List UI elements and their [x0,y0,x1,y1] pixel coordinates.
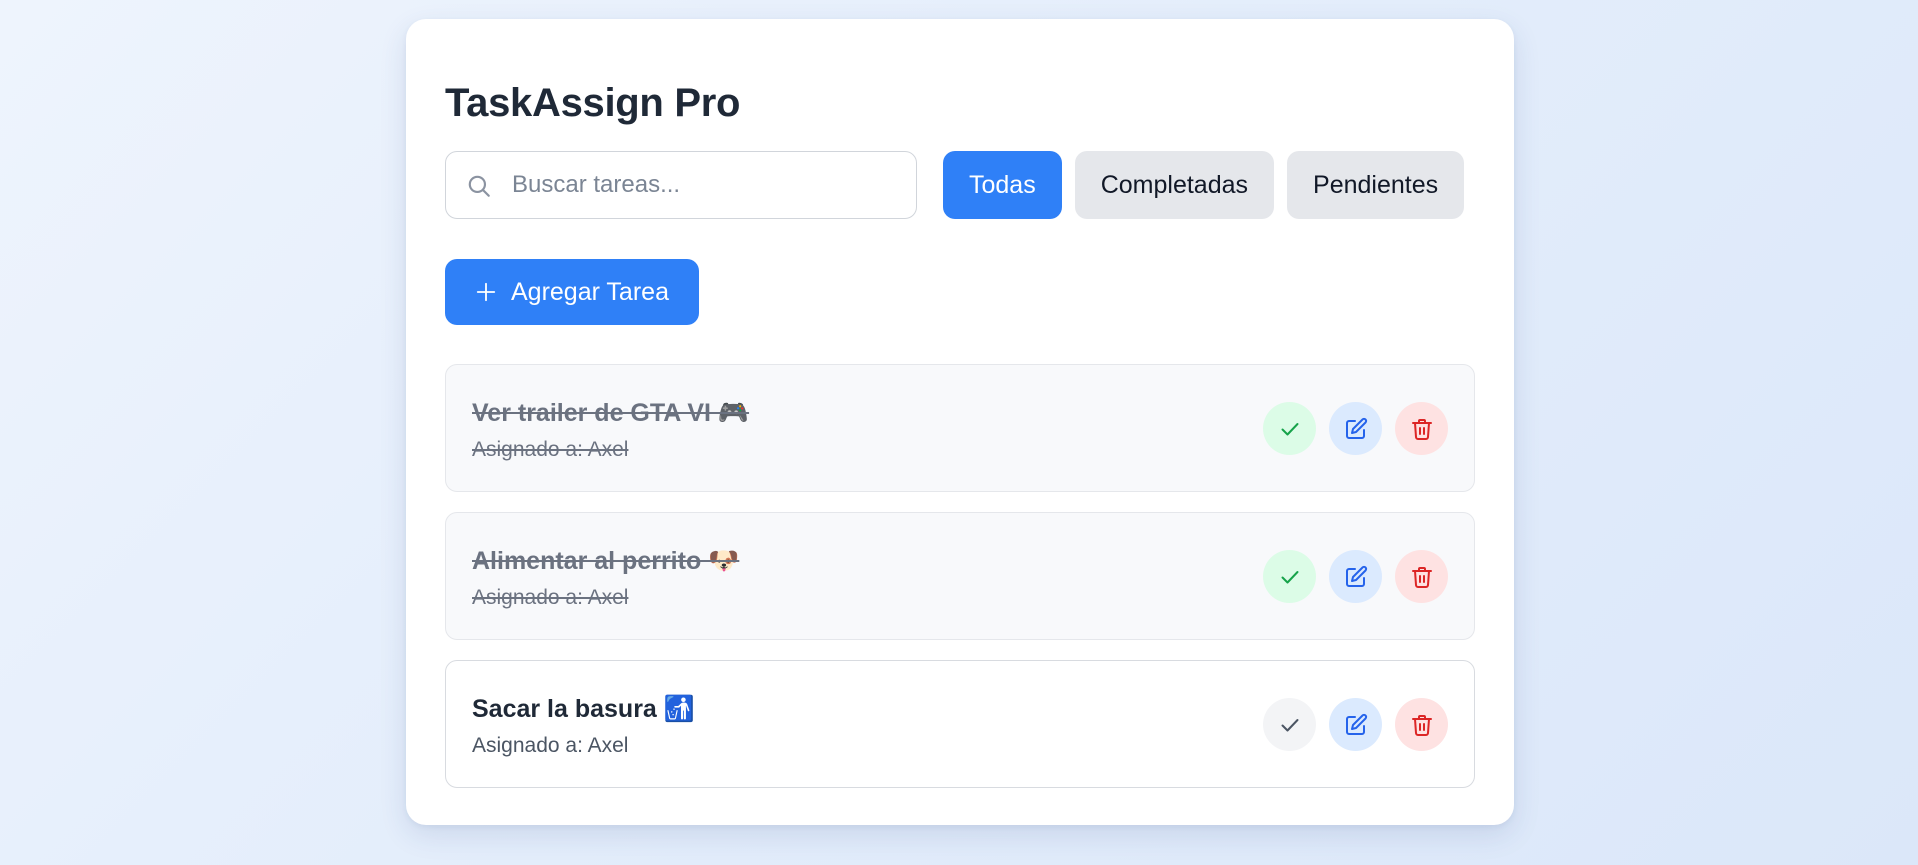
task-item: Ver trailer de GTA VI 🎮 Asignado a: Axel [445,364,1475,492]
add-task-label: Agregar Tarea [511,277,669,306]
trash-icon [1411,714,1432,736]
filter-completed-button[interactable]: Completadas [1074,151,1275,219]
task-actions [1263,550,1448,603]
add-task-button[interactable]: Agregar Tarea [445,259,699,325]
plus-icon [476,282,496,302]
search-icon [468,175,490,197]
delete-task-button[interactable] [1395,550,1448,603]
trash-icon [1411,566,1432,588]
check-icon [1281,422,1298,435]
search-input[interactable] [512,152,892,218]
app-title: TaskAssign Pro [445,81,741,125]
delete-task-button[interactable] [1395,402,1448,455]
filter-group: Todas Completadas Pendientes [943,151,1465,219]
task-card: TaskAssign Pro Todas Completadas Pendien… [406,19,1514,825]
edit-task-button[interactable] [1329,698,1382,751]
check-icon [1281,570,1298,583]
task-item: Sacar la basura 🚮 Asignado a: Axel [445,660,1475,788]
filter-all-button[interactable]: Todas [943,151,1062,219]
task-assignee: Asignado a: Axel [472,586,629,609]
complete-task-button[interactable] [1263,698,1316,751]
task-assignee: Asignado a: Axel [472,438,629,461]
task-title: Sacar la basura 🚮 [472,695,695,723]
complete-task-button[interactable] [1263,402,1316,455]
complete-task-button[interactable] [1263,550,1316,603]
task-item: Alimentar al perrito 🐶 Asignado a: Axel [445,512,1475,640]
check-icon [1281,718,1298,731]
edit-task-button[interactable] [1329,402,1382,455]
task-actions [1263,698,1448,751]
delete-task-button[interactable] [1395,698,1448,751]
edit-icon [1345,713,1367,735]
task-actions [1263,402,1448,455]
edit-icon [1345,417,1367,439]
task-title: Alimentar al perrito 🐶 [472,547,740,575]
filter-pending-button[interactable]: Pendientes [1287,151,1465,219]
edit-icon [1345,565,1367,587]
task-title: Ver trailer de GTA VI 🎮 [472,399,750,427]
search-box[interactable] [445,151,917,219]
edit-task-button[interactable] [1329,550,1382,603]
trash-icon [1411,418,1432,440]
task-assignee: Asignado a: Axel [472,734,629,757]
task-list: Ver trailer de GTA VI 🎮 Asignado a: Axel… [445,364,1475,808]
